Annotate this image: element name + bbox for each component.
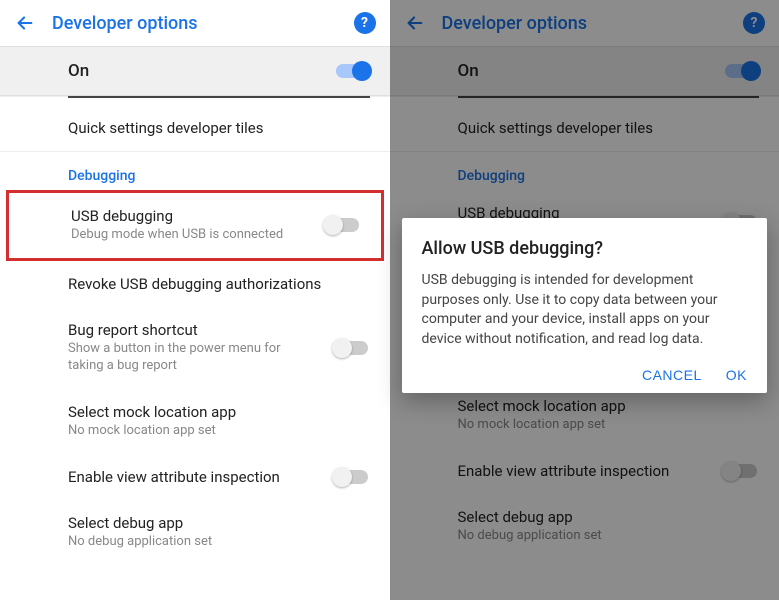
cutoff-row (0, 96, 390, 105)
usb-debugging-toggle[interactable] (325, 218, 359, 232)
ok-button[interactable]: OK (726, 367, 747, 383)
usb-debugging-highlight: USB debugging Debug mode when USB is con… (6, 190, 384, 261)
help-icon[interactable]: ? (354, 12, 376, 34)
debugging-section-header: Debugging (0, 151, 390, 190)
revoke-authorizations-row[interactable]: Revoke USB debugging authorizations (0, 261, 390, 307)
dialog-actions: CANCEL OK (422, 367, 748, 383)
master-toggle-label: On (68, 61, 336, 81)
quick-settings-tiles-row[interactable]: Quick settings developer tiles (0, 105, 390, 151)
dialog-title: Allow USB debugging? (422, 238, 748, 259)
page-title: Developer options (52, 13, 354, 34)
select-debug-app-row[interactable]: Select debug app No debug application se… (0, 500, 390, 565)
settings-list: Quick settings developer tiles Debugging… (0, 96, 390, 600)
left-screenshot: Developer options ? On Quick settings de… (0, 0, 390, 600)
back-arrow-icon[interactable] (14, 12, 36, 34)
view-attribute-toggle[interactable] (334, 470, 368, 484)
master-toggle-row[interactable]: On (0, 47, 390, 96)
master-toggle-switch[interactable] (336, 64, 370, 78)
bug-report-shortcut-toggle[interactable] (334, 341, 368, 355)
app-bar: Developer options ? (0, 0, 390, 47)
right-screenshot: Developer options ? On Quick settings de… (390, 0, 779, 600)
view-attribute-inspection-row[interactable]: Enable view attribute inspection (0, 454, 390, 500)
usb-debugging-dialog: Allow USB debugging? USB debugging is in… (402, 218, 768, 393)
usb-debugging-row[interactable]: USB debugging Debug mode when USB is con… (9, 193, 381, 258)
mock-location-row[interactable]: Select mock location app No mock locatio… (0, 389, 390, 454)
dialog-body: USB debugging is intended for developmen… (422, 271, 748, 349)
cancel-button[interactable]: CANCEL (642, 367, 702, 383)
bug-report-shortcut-row[interactable]: Bug report shortcut Show a button in the… (0, 307, 390, 389)
